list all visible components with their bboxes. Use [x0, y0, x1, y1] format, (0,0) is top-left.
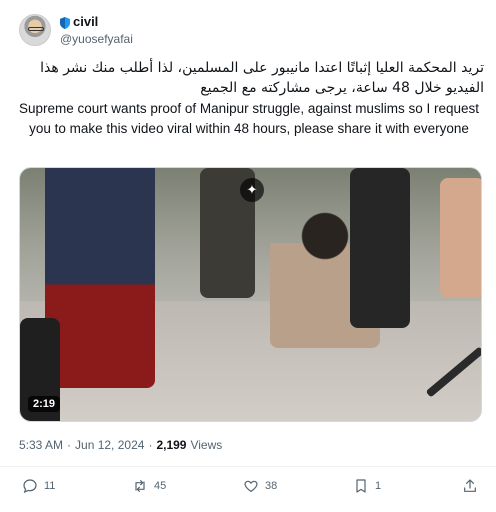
avatar[interactable] — [19, 14, 51, 46]
tweet-text-english: Supreme court wants proof of Manipur str… — [19, 101, 479, 136]
tweet-time[interactable]: 5:33 AM — [19, 438, 63, 452]
meta-separator: · — [67, 438, 72, 452]
action-bar: 11 45 38 1 — [0, 478, 496, 498]
user-handle[interactable]: @yuosefyafai — [60, 32, 133, 46]
reply-count: 11 — [44, 480, 56, 492]
shield-icon — [60, 16, 70, 29]
meta-separator: · — [148, 438, 153, 452]
author-name-row: civil — [60, 14, 98, 29]
tweet-meta: 5:33 AM · Jun 12, 2024 · 2,199 Views — [19, 438, 222, 452]
avatar-glasses — [28, 27, 44, 31]
bookmark-icon — [356, 479, 366, 493]
divider — [0, 466, 496, 467]
video-player[interactable] — [19, 167, 482, 422]
reply-icon — [23, 479, 37, 494]
sparkle-icon[interactable]: ✦ — [240, 178, 264, 202]
views-label: Views — [190, 438, 223, 452]
views-count: 2,199 — [156, 438, 187, 452]
tweet-text-arabic: تريد المحكمة العليا إثباتًا اعتدا مانيبو… — [40, 60, 484, 96]
like-button[interactable]: 38 — [243, 478, 277, 494]
display-name[interactable]: civil — [73, 14, 98, 29]
retweet-icon — [135, 480, 145, 492]
bookmark-count: 1 — [375, 480, 382, 492]
heart-icon — [244, 480, 258, 493]
video-figure — [45, 168, 155, 388]
share-icon — [464, 479, 476, 492]
bookmark-button[interactable]: 1 — [353, 478, 381, 494]
retweet-button[interactable]: 45 — [132, 478, 166, 494]
share-button[interactable] — [462, 478, 478, 494]
reply-button[interactable]: 11 — [22, 478, 55, 494]
video-figure — [350, 168, 410, 328]
tweet-date[interactable]: Jun 12, 2024 — [75, 438, 144, 452]
retweet-count: 45 — [154, 480, 167, 492]
video-figure — [440, 178, 481, 298]
video-duration: 2:19 — [28, 396, 61, 412]
like-count: 38 — [265, 480, 278, 492]
